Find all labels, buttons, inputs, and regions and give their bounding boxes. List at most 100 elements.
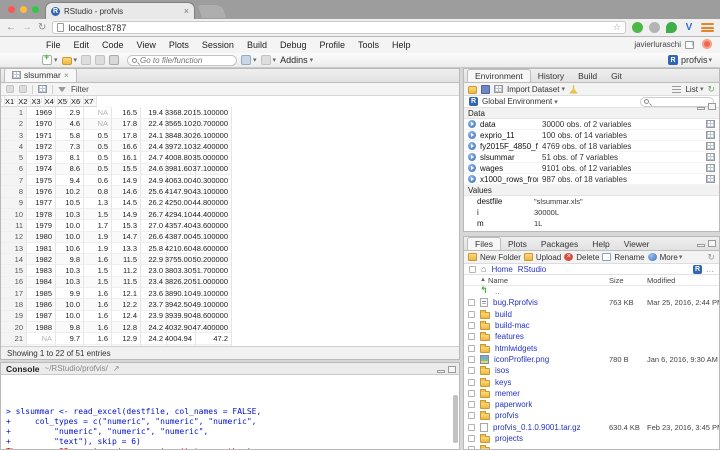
- column-header[interactable]: X6: [71, 96, 84, 107]
- file-row[interactable]: isos: [464, 365, 719, 376]
- environment-value-row[interactable]: destfile "slsummar.xls": [464, 196, 719, 207]
- file-checkbox[interactable]: [468, 356, 475, 363]
- reload-icon[interactable]: ↻: [38, 23, 46, 33]
- file-row[interactable]: keys: [464, 376, 719, 387]
- menu-item[interactable]: File: [40, 40, 67, 50]
- tab-close-icon[interactable]: ×: [184, 7, 189, 16]
- refresh-files-icon[interactable]: ↻: [707, 252, 715, 263]
- file-name[interactable]: memer: [495, 389, 520, 398]
- table-row[interactable]: 41972 7.30.5 16.624.4 3972.1032.400000: [1, 141, 459, 152]
- goto-file-search[interactable]: [127, 55, 237, 66]
- clear-workspace-icon[interactable]: [569, 85, 578, 94]
- filter-label[interactable]: Filter: [71, 85, 89, 94]
- file-row[interactable]: build: [464, 309, 719, 320]
- menu-item[interactable]: View: [131, 40, 162, 50]
- file-name[interactable]: iconProfiler.png: [494, 355, 549, 364]
- file-checkbox[interactable]: [468, 311, 475, 318]
- name-column-header[interactable]: Name: [488, 276, 508, 285]
- viewer-tab-close-icon[interactable]: ×: [64, 70, 69, 80]
- page-security-icon[interactable]: [57, 23, 64, 32]
- menu-item[interactable]: Profile: [314, 40, 352, 50]
- load-workspace-icon[interactable]: [468, 86, 477, 94]
- list-view-button[interactable]: List: [685, 85, 697, 94]
- file-checkbox[interactable]: [468, 412, 475, 419]
- file-row[interactable]: iconProfiler.png 780 B Jan 6, 2016, 9:30…: [464, 354, 719, 365]
- new-tab-button[interactable]: [198, 5, 226, 18]
- save-workspace-icon[interactable]: [481, 85, 490, 94]
- project-selector[interactable]: R profvis▾: [668, 55, 712, 65]
- file-checkbox[interactable]: [468, 424, 475, 431]
- file-name[interactable]: keys: [495, 378, 511, 387]
- file-name[interactable]: profvis: [495, 411, 519, 420]
- table-row[interactable]: 61974 8.60.5 15.524.6 3981.6037.100000: [1, 164, 459, 175]
- environment-value-row[interactable]: url "http://www.fns.usda.gov/sites/defau…: [464, 229, 719, 232]
- file-name[interactable]: features: [495, 332, 524, 341]
- file-name[interactable]: htmlwidgets: [495, 344, 537, 353]
- table-row[interactable]: 121980 10.01.9 14.726.6 4387.0045.100000: [1, 232, 459, 243]
- viewer-save-icon[interactable]: [6, 85, 14, 93]
- window-controls[interactable]: [8, 6, 39, 13]
- pane-tab[interactable]: Viewer: [617, 238, 657, 250]
- home-icon[interactable]: ⌂: [481, 265, 486, 274]
- view-table-icon[interactable]: [706, 175, 715, 183]
- popout-icon[interactable]: ↗: [113, 364, 120, 373]
- file-checkbox[interactable]: [468, 379, 475, 386]
- console-minmax[interactable]: [437, 366, 456, 373]
- extension-icon-green[interactable]: [632, 22, 643, 33]
- expand-object-icon[interactable]: [468, 175, 476, 183]
- import-dataset-button[interactable]: Import Dataset: [507, 85, 559, 94]
- file-row[interactable]: projects: [464, 433, 719, 444]
- rproject-icon[interactable]: R: [693, 265, 702, 274]
- file-name[interactable]: profvis_0.1.0.9001.tar.gz: [493, 423, 581, 432]
- file-row[interactable]: ..: [464, 286, 719, 297]
- pane-tab[interactable]: Build: [571, 70, 604, 82]
- extension-icon-v[interactable]: V: [683, 22, 695, 33]
- column-header[interactable]: X1: [5, 96, 18, 107]
- table-row[interactable]: 191987 10.01.6 12.423.9 3939.9048.600000: [1, 311, 459, 322]
- sign-out-icon[interactable]: [685, 41, 694, 49]
- file-checkbox[interactable]: [468, 322, 475, 329]
- expand-object-icon[interactable]: [468, 120, 476, 128]
- file-checkbox[interactable]: [468, 435, 475, 442]
- bookmark-star-icon[interactable]: ☆: [613, 22, 621, 33]
- file-checkbox[interactable]: [468, 333, 475, 340]
- filter-icon[interactable]: [58, 87, 66, 92]
- console-output[interactable]: > slsummar <- read_excel(destfile, col_n…: [1, 375, 459, 450]
- table-row[interactable]: 161984 10.31.5 11.523.4 3826.2051.000000: [1, 277, 459, 288]
- open-file-icon[interactable]: [62, 57, 72, 65]
- expand-object-icon[interactable]: [468, 131, 476, 139]
- goto-file-input[interactable]: [140, 56, 230, 65]
- more-button[interactable]: More: [660, 253, 678, 262]
- file-row[interactable]: paperwork: [464, 399, 719, 410]
- modified-column-header[interactable]: Modified: [647, 276, 675, 285]
- minimize-window-button[interactable]: [20, 6, 27, 13]
- table-row[interactable]: 151983 10.31.5 11.223.0 3803.3051.700000: [1, 265, 459, 276]
- back-icon[interactable]: ←: [6, 23, 16, 33]
- table-row[interactable]: 171985 9.91.6 12.123.6 3890.1049.100000: [1, 288, 459, 299]
- new-file-icon[interactable]: [42, 55, 52, 65]
- file-checkbox[interactable]: [468, 299, 475, 306]
- environment-object-row[interactable]: exprio_11 100 obs. of 14 variables: [464, 130, 719, 141]
- view-table-icon[interactable]: [706, 164, 715, 172]
- environment-object-row[interactable]: slsummar 51 obs. of 7 variables: [464, 152, 719, 163]
- file-checkbox[interactable]: [468, 345, 475, 352]
- file-name[interactable]: paperwork: [495, 400, 532, 409]
- table-row[interactable]: 31971 5.80.5 17.824.1 3848.3026.100000: [1, 130, 459, 141]
- pane-tab[interactable]: Git: [604, 70, 629, 82]
- new-folder-button[interactable]: New Folder: [480, 253, 521, 262]
- column-header[interactable]: X7: [84, 96, 97, 107]
- scope-selector[interactable]: Global Environment: [482, 97, 552, 106]
- file-name[interactable]: projects: [495, 434, 523, 443]
- pane-tab[interactable]: Plots: [501, 238, 534, 250]
- table-row[interactable]: 101978 10.31.5 14.926.7 4294.1044.400000: [1, 209, 459, 220]
- close-window-button[interactable]: [8, 6, 15, 13]
- pane-tab[interactable]: Files: [467, 237, 501, 250]
- file-row[interactable]: profvis_0.1.0.9001.tar.gz 630.4 KB Feb 2…: [464, 422, 719, 433]
- file-checkbox[interactable]: [468, 390, 475, 397]
- file-row[interactable]: features: [464, 331, 719, 342]
- refresh-icon[interactable]: ↻: [707, 84, 715, 95]
- file-row[interactable]: bug.Rprofvis 763 KB Mar 25, 2016, 2:44 P…: [464, 297, 719, 308]
- files-minmax[interactable]: [697, 240, 716, 247]
- table-row[interactable]: 51973 8.10.5 16.124.7 4008.8035.000000: [1, 152, 459, 163]
- expand-object-icon[interactable]: [468, 153, 476, 161]
